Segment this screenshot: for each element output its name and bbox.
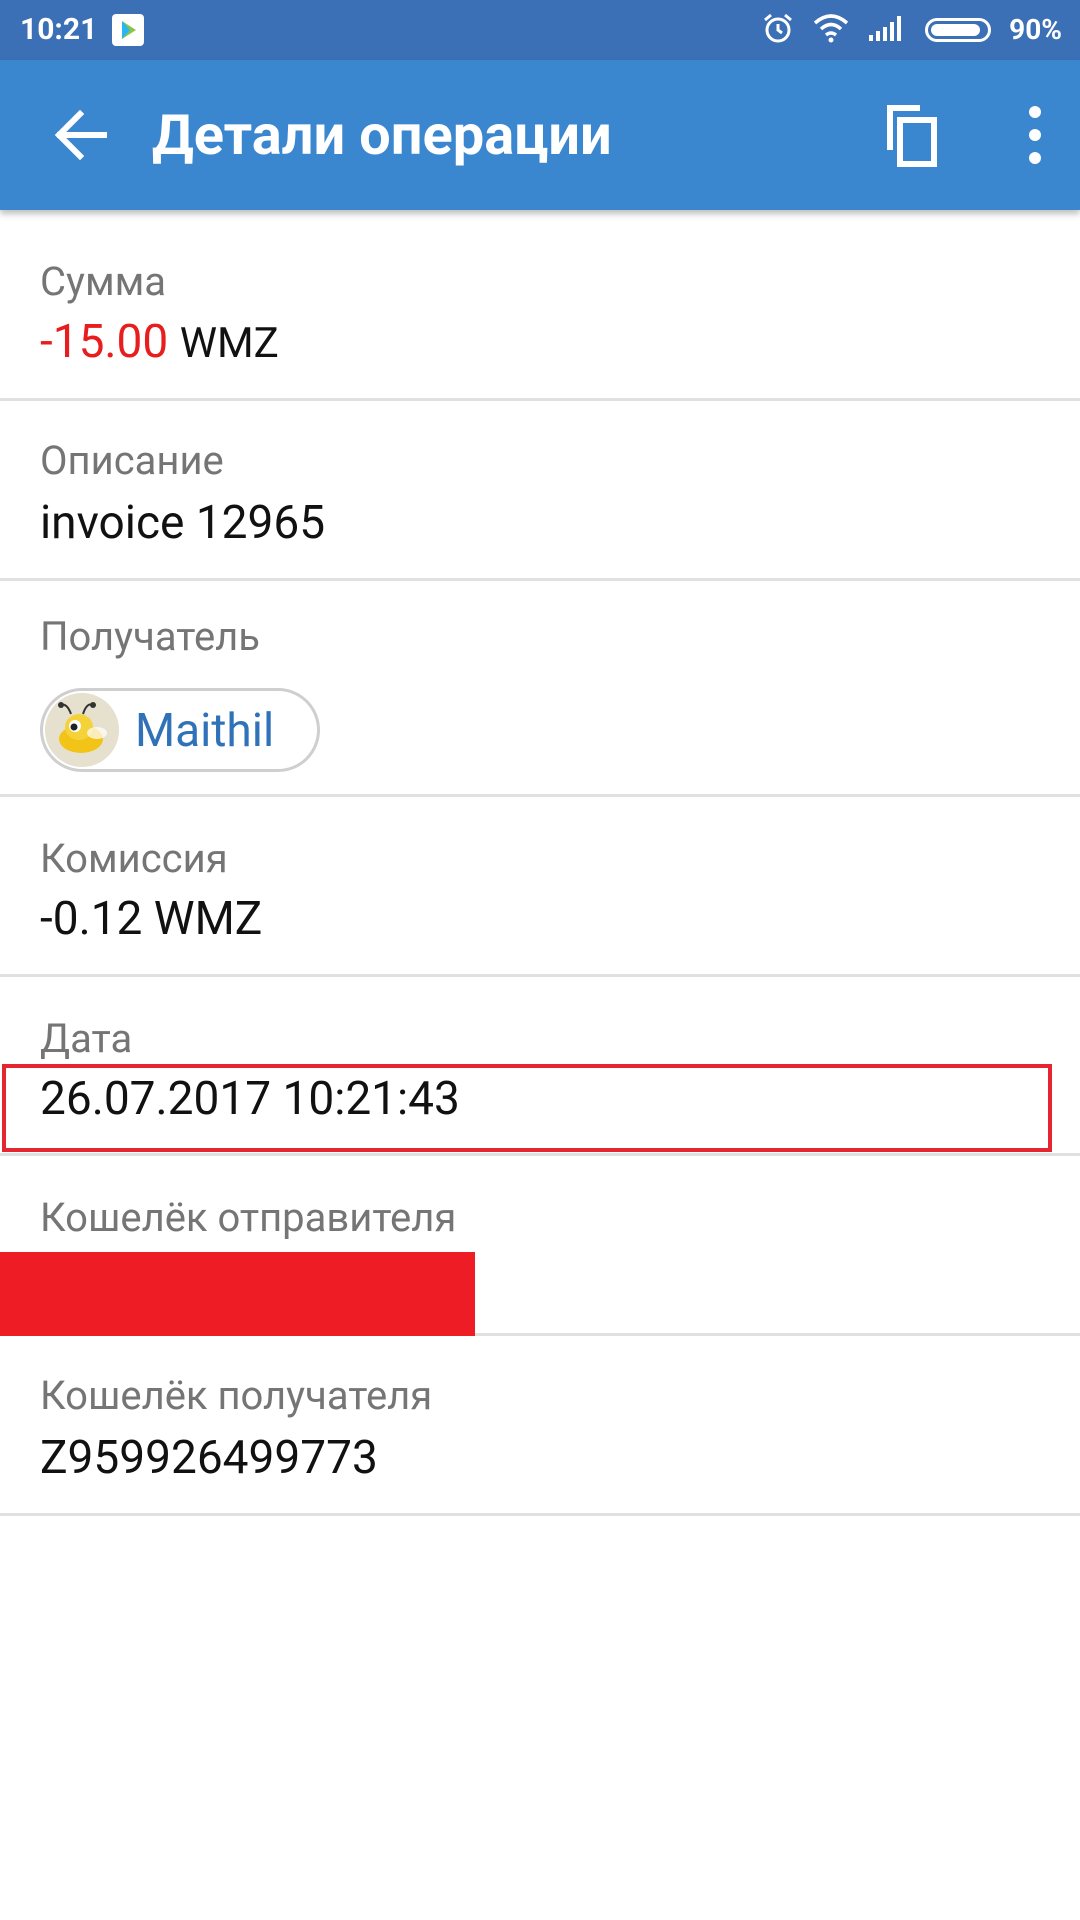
amount-row: Сумма -15.00 WMZ [0, 210, 1080, 401]
status-time: 10:21 [20, 12, 98, 47]
recipient-label: Получатель [40, 613, 261, 660]
date-row: Дата 26.07.2017 10:21:43 [0, 977, 1080, 1156]
alarm-icon [761, 11, 795, 49]
fee-value: -0.12 WMZ [40, 892, 263, 946]
more-vert-icon [1029, 106, 1041, 164]
arrow-back-icon [54, 109, 107, 161]
recipient-wallet-value: Z959926499773 [40, 1431, 378, 1485]
amount-number: -15.00 [40, 315, 169, 369]
date-label: Дата [40, 1015, 133, 1062]
recipient-name: Maithil [135, 704, 275, 758]
amount-value: -15.00 WMZ [40, 314, 279, 372]
description-value: invoice 12965 [40, 496, 326, 550]
app-bar: Детали операции [0, 60, 1080, 210]
signal-icon [867, 13, 907, 47]
battery-icon [925, 18, 992, 42]
battery-percent: 90% [1009, 13, 1062, 46]
status-bar: 10:21 90% [0, 0, 1080, 60]
bee-avatar-icon [45, 693, 119, 767]
date-value: 26.07.2017 10:21:43 [40, 1072, 460, 1126]
redaction-block [0, 1252, 475, 1336]
recipient-wallet-row: Кошелёк получателя Z959926499773 [0, 1336, 1080, 1516]
description-row: Описание invoice 12965 [0, 401, 1080, 581]
page-title: Детали операции [152, 102, 612, 168]
play-store-icon [112, 14, 144, 46]
fee-label: Комиссия [40, 835, 228, 882]
wifi-icon [813, 13, 849, 47]
recipient-chip[interactable]: Maithil [40, 688, 320, 772]
copy-button[interactable] [868, 90, 958, 180]
recipient-wallet-label: Кошелёк получателя [40, 1372, 433, 1419]
copy-icon [887, 105, 937, 167]
fee-row: Комиссия -0.12 WMZ [0, 797, 1080, 977]
sender-wallet-label: Кошелёк отправителя [40, 1194, 457, 1241]
more-options-button[interactable] [990, 90, 1080, 180]
amount-label: Сумма [40, 258, 167, 305]
description-label: Описание [40, 437, 224, 484]
amount-currency: WMZ [179, 319, 279, 368]
status-icons: 90% [761, 10, 1062, 50]
back-button[interactable] [38, 90, 128, 180]
